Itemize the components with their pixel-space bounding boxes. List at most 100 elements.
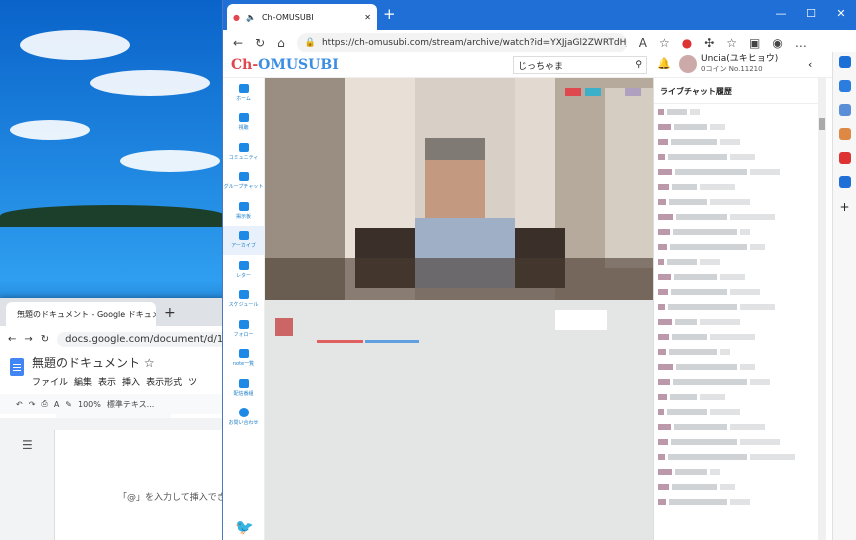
user-menu[interactable]: Uncia(ユキヒョウ) 0コイン No.11210 bbox=[679, 54, 778, 74]
nav-programs[interactable]: 配信番組 bbox=[223, 373, 264, 403]
scrollbar[interactable] bbox=[818, 78, 826, 540]
nav-contact[interactable]: お問い合わせ bbox=[223, 403, 264, 433]
menu-format[interactable]: 表示形式 bbox=[146, 375, 182, 388]
chat-message bbox=[654, 239, 818, 254]
menu-edit[interactable]: 編集 bbox=[74, 375, 92, 388]
note-icon bbox=[238, 349, 249, 359]
close-window-icon[interactable]: ✕ bbox=[826, 0, 856, 26]
avatar bbox=[679, 55, 697, 73]
chat-message bbox=[654, 479, 818, 494]
undo-icon[interactable]: ↶ bbox=[16, 400, 23, 409]
back-icon[interactable]: ← bbox=[233, 36, 243, 50]
outline-icon[interactable]: ☰ bbox=[22, 438, 33, 452]
docs-tab[interactable]: 無題のドキュメント - Google ドキュメント ✕ bbox=[6, 302, 156, 326]
nav-home[interactable]: ホーム bbox=[223, 78, 264, 108]
nav-community[interactable]: コミュニティ bbox=[223, 137, 264, 167]
zoom-select[interactable]: 100% bbox=[78, 400, 101, 409]
shopping-icon[interactable] bbox=[838, 80, 851, 92]
games-icon[interactable] bbox=[838, 128, 851, 140]
docs-page[interactable] bbox=[54, 430, 226, 540]
style-select[interactable]: 標準テキス... bbox=[107, 399, 154, 410]
collections-icon[interactable]: ▣ bbox=[749, 36, 760, 50]
chat-message bbox=[654, 269, 818, 284]
scrollbar-thumb[interactable] bbox=[819, 118, 825, 130]
channel-avatar[interactable] bbox=[275, 318, 293, 336]
print-icon[interactable]: ⎙ bbox=[41, 399, 47, 409]
progress-bar-red bbox=[317, 340, 363, 343]
cloud bbox=[10, 120, 90, 140]
more-icon[interactable]: … bbox=[795, 36, 807, 50]
nav-schedule[interactable]: スケジュール bbox=[223, 285, 264, 315]
docs-tab-bar: 無題のドキュメント - Google ドキュメント ✕ + bbox=[0, 298, 226, 326]
menu-insert[interactable]: 挿入 bbox=[122, 375, 140, 388]
reload-icon[interactable]: ↻ bbox=[41, 334, 49, 345]
omusubi-site: Ch-OMUSUBI じっちゃま ⚲ 🔔 Uncia(ユキヒョウ) 0コイン N… bbox=[223, 52, 833, 540]
edge-tab[interactable]: ● 🔈 Ch-OMUSUBI ✕ bbox=[227, 4, 377, 30]
home-icon bbox=[238, 83, 249, 93]
island bbox=[0, 205, 225, 227]
chat-message bbox=[654, 209, 818, 224]
add-icon[interactable]: + bbox=[839, 200, 849, 214]
menu-tools[interactable]: ツ bbox=[188, 375, 197, 388]
chevron-left-icon[interactable]: ‹ bbox=[808, 58, 812, 71]
close-icon[interactable]: ✕ bbox=[364, 13, 371, 22]
menu-file[interactable]: ファイル bbox=[32, 375, 68, 388]
edge-tab-title: Ch-OMUSUBI bbox=[261, 12, 314, 22]
twitter-icon[interactable]: 🐦 bbox=[235, 518, 254, 536]
extension-icon[interactable]: ● bbox=[682, 36, 692, 50]
search-icon[interactable] bbox=[838, 56, 851, 68]
chat-message bbox=[654, 194, 818, 209]
bell-icon[interactable]: 🔔 bbox=[657, 57, 671, 70]
nav-follow[interactable]: フォロー bbox=[223, 314, 264, 344]
chat-message bbox=[654, 119, 818, 134]
member-number: No.11210 bbox=[728, 65, 763, 73]
google-docs-icon[interactable] bbox=[10, 358, 24, 376]
spellcheck-icon[interactable]: A bbox=[54, 400, 59, 409]
window-controls: — ☐ ✕ bbox=[766, 0, 856, 26]
nav-note-list[interactable]: note一覧 bbox=[223, 344, 264, 374]
edge-url-field[interactable]: 🔒 https://ch-omusubi.com/stream/archive/… bbox=[296, 32, 627, 53]
nav-archive[interactable]: アーカイブ bbox=[223, 225, 264, 255]
tools-icon[interactable] bbox=[838, 104, 851, 116]
read-aloud-icon[interactable]: A bbox=[639, 36, 647, 50]
chat-message bbox=[654, 389, 818, 404]
search-input[interactable]: じっちゃま bbox=[518, 59, 563, 72]
favorites-icon[interactable]: ☆ bbox=[726, 36, 737, 50]
star-icon[interactable]: ☆ bbox=[144, 356, 155, 370]
profile-icon[interactable]: ◉ bbox=[772, 36, 782, 50]
doc-title[interactable]: 無題のドキュメント bbox=[32, 356, 140, 370]
puzzle-icon[interactable]: ✣ bbox=[704, 36, 714, 50]
search-icon[interactable]: ⚲ bbox=[635, 60, 642, 70]
docs-url[interactable]: docs.google.com/document/d/1G bbox=[57, 331, 226, 347]
site-logo[interactable]: Ch-OMUSUBI bbox=[231, 57, 339, 73]
paint-format-icon[interactable]: ✎ bbox=[65, 400, 72, 409]
redo-icon[interactable]: ↷ bbox=[29, 400, 36, 409]
site-search[interactable]: じっちゃま ⚲ bbox=[513, 56, 647, 74]
edge-window[interactable]: ● 🔈 Ch-OMUSUBI ✕ + — ☐ ✕ ← ↻ ⌂ 🔒 https:/… bbox=[222, 0, 856, 540]
office-icon[interactable] bbox=[838, 152, 851, 164]
menu-view[interactable]: 表示 bbox=[98, 375, 116, 388]
nav-group-chat[interactable]: グループチャット bbox=[223, 167, 264, 197]
new-tab-icon[interactable]: + bbox=[164, 305, 176, 321]
nav-letter[interactable]: レター bbox=[223, 255, 264, 285]
archive-video-player[interactable] bbox=[265, 78, 657, 300]
forward-icon[interactable]: → bbox=[24, 334, 32, 345]
docs-toolbar: ↶ ↷ ⎙ A ✎ 100% 標準テキス... bbox=[0, 394, 226, 414]
follow-icon bbox=[238, 319, 249, 329]
google-docs-window[interactable]: 無題のドキュメント - Google ドキュメント ✕ + ← → ↻ docs… bbox=[0, 298, 226, 540]
reload-icon[interactable]: ↻ bbox=[255, 36, 265, 50]
maximize-icon[interactable]: ☐ bbox=[796, 0, 826, 26]
nav-board[interactable]: 掲示板 bbox=[223, 196, 264, 226]
chat-message bbox=[654, 404, 818, 419]
outlook-icon[interactable] bbox=[838, 176, 851, 188]
back-icon[interactable]: ← bbox=[8, 334, 16, 345]
docs-insert-hint: 「@」を入力して挿入でき bbox=[118, 493, 226, 503]
nav-watch[interactable]: 視聴 bbox=[223, 108, 264, 138]
minimize-icon[interactable]: — bbox=[766, 0, 796, 26]
new-tab-icon[interactable]: + bbox=[383, 5, 396, 23]
chat-list bbox=[654, 104, 818, 509]
favorite-add-icon[interactable]: ☆ bbox=[659, 36, 670, 50]
cloud bbox=[20, 30, 130, 60]
home-icon[interactable]: ⌂ bbox=[277, 36, 285, 50]
audio-icon[interactable]: 🔈 bbox=[246, 13, 256, 22]
